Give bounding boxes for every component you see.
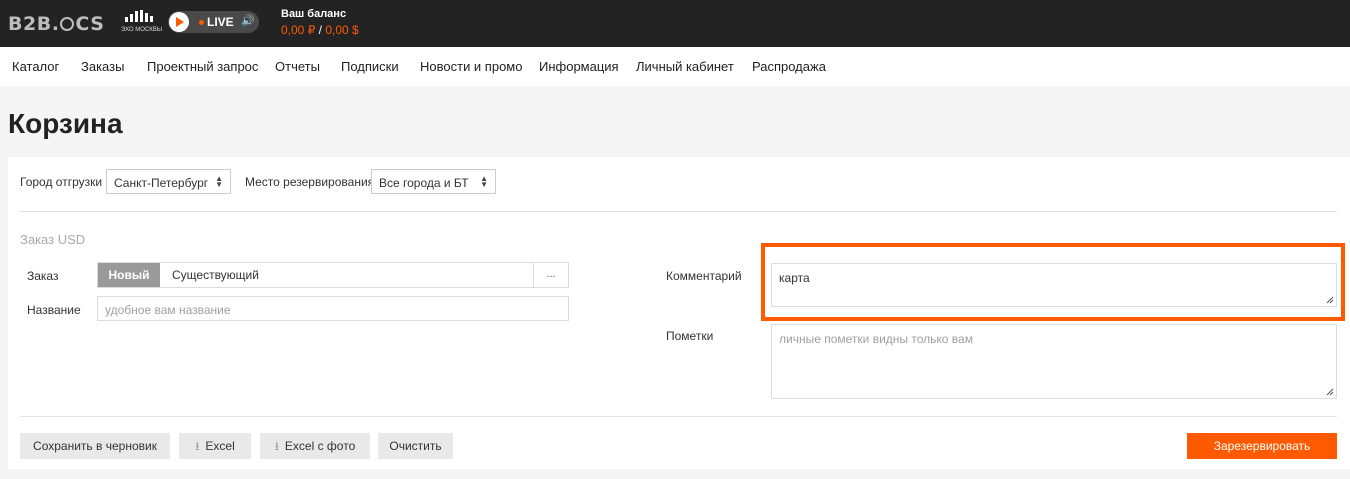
select-arrows-icon: ▲ ▼ (480, 174, 488, 189)
site-logo[interactable]: B2B. CS (8, 13, 104, 35)
balance-usd: 0,00 $ (325, 23, 359, 37)
save-draft-button[interactable]: Сохранить в черновик (20, 433, 170, 459)
nav-item-sale[interactable]: Распродажа (752, 59, 826, 74)
excel-photo-button-label: Excel с фото (284, 439, 356, 453)
divider (20, 211, 1337, 212)
logo-o-mark (60, 17, 75, 31)
city-label: Город отгрузки (20, 175, 103, 189)
nav-item-account[interactable]: Личный кабинет (636, 59, 734, 74)
nav-item-info[interactable]: Информация (539, 59, 619, 74)
download-icon: ⭳ (274, 439, 279, 453)
select-arrows-icon: ▲ ▼ (215, 174, 223, 189)
balance-values[interactable]: 0,00 ₽ / 0,00 $ (281, 23, 359, 37)
balance-separator: / (318, 23, 323, 37)
nav-item-reports[interactable]: Отчеты (275, 59, 320, 74)
top-bar: B2B. CS ЭХО МОСКВЫ LIVE 🔊 Ваш баланс 0,00… (0, 0, 1350, 47)
notes-label: Пометки (666, 329, 714, 343)
excel-button[interactable]: ⭳ Excel (179, 433, 251, 459)
name-label: Название (27, 303, 81, 317)
page-title: Корзина (8, 108, 123, 139)
main-nav: Каталог Заказы Проектный запрос Отчеты П… (0, 47, 1350, 86)
notes-placeholder: личные пометки видны только вам (779, 332, 973, 346)
play-icon[interactable] (169, 12, 189, 32)
clear-button[interactable]: Очистить (378, 433, 453, 459)
radio-logo[interactable]: ЭХО МОСКВЫ (119, 10, 163, 36)
existing-order-option[interactable]: Существующий (172, 268, 259, 282)
excel-photo-button[interactable]: ⭳ Excel с фото (260, 433, 370, 459)
new-order-button[interactable]: Новый (98, 263, 160, 287)
balance-rub: 0,00 ₽ (281, 23, 316, 37)
comment-textarea[interactable]: карта (771, 263, 1337, 307)
order-type-toggle: Новый Существующий ... (97, 262, 569, 288)
radio-caption: ЭХО МОСКВЫ (121, 27, 163, 33)
city-select[interactable]: Санкт-Петербург ▲ ▼ (106, 169, 231, 194)
nav-item-subscriptions[interactable]: Подписки (341, 59, 399, 74)
excel-button-label: Excel (205, 439, 235, 453)
speaker-icon[interactable]: 🔊 (241, 14, 255, 27)
nav-item-orders[interactable]: Заказы (81, 59, 124, 74)
nav-item-catalog[interactable]: Каталог (12, 59, 59, 74)
comment-label: Комментарий (666, 269, 742, 283)
order-section-title: Заказ USD (20, 232, 86, 247)
live-label: LIVE (207, 15, 234, 29)
notes-textarea[interactable]: личные пометки видны только вам (771, 324, 1337, 399)
reserve-select[interactable]: Все города и БТ ▲ ▼ (371, 169, 496, 194)
nav-item-project-request[interactable]: Проектный запрос (147, 59, 258, 74)
resize-handle-icon[interactable] (1325, 295, 1334, 304)
divider (20, 416, 1337, 417)
resize-handle-icon[interactable] (1325, 387, 1334, 396)
live-player[interactable]: LIVE 🔊 (168, 11, 259, 33)
comment-value: карта (779, 271, 810, 285)
reserve-label: Место резервирования (245, 175, 375, 189)
order-name-input[interactable]: удобное вам название (97, 296, 569, 321)
live-dot (199, 20, 204, 25)
download-icon: ⭳ (195, 439, 200, 453)
balance-title: Ваш баланс (281, 8, 347, 20)
radio-logo-icon (125, 10, 157, 22)
city-select-value: Санкт-Петербург (114, 176, 209, 190)
reserve-button[interactable]: Зарезервировать (1187, 433, 1337, 459)
reserve-select-value: Все города и БТ (379, 176, 469, 190)
nav-item-news[interactable]: Новости и промо (420, 59, 522, 74)
order-label: Заказ (27, 269, 59, 283)
more-button[interactable]: ... (533, 263, 568, 287)
